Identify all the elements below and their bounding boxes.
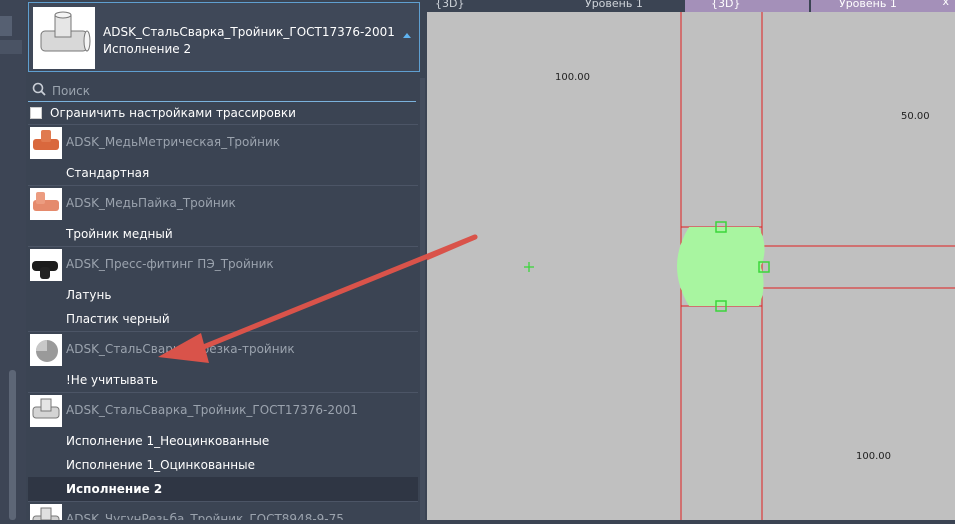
search-bar xyxy=(28,79,416,102)
type-item[interactable]: Стандартная xyxy=(28,161,418,185)
dimension-label: 50.00 xyxy=(901,111,930,122)
family-group: ADSK_СтальСварка_Врезка-тройник !Не учиты… xyxy=(28,331,418,392)
tab-level-1[interactable]: Уровень 1 xyxy=(557,0,683,12)
family-group: ADSK_МедьМетрическая_Тройник Стандартная xyxy=(28,124,418,185)
type-label: Тройник медный xyxy=(66,227,173,241)
tab-label: {3D} xyxy=(711,0,741,10)
search-icon xyxy=(32,82,46,96)
family-group: ADSK_ЧугунРезьба_Тройник_ГОСТ8948-9-75 xyxy=(28,501,418,520)
family-header: ADSK_Пресс-фитинг ПЭ_Тройник xyxy=(28,247,418,283)
dimension-label: 100.00 xyxy=(856,451,891,462)
tab-level-1-active[interactable]: Уровень 1 x xyxy=(811,0,955,12)
left-panel-stub-2 xyxy=(0,40,22,54)
type-label: Пластик черный xyxy=(66,312,170,326)
drawing-svg xyxy=(224,12,955,520)
search-input[interactable] xyxy=(50,81,404,101)
list-scrollbar[interactable] xyxy=(420,78,425,520)
annotation-arrow-shaft xyxy=(224,234,478,347)
steel-branch-icon xyxy=(30,334,62,366)
type-item[interactable]: Пластик черный xyxy=(28,307,418,331)
family-header: ADSK_МедьПайка_Тройник xyxy=(28,186,418,222)
type-label: Латунь xyxy=(66,288,112,302)
type-label: Исполнение 2 xyxy=(66,482,163,496)
tab-3d[interactable]: {3D} xyxy=(435,0,555,12)
steel-tee-icon xyxy=(30,395,62,427)
type-item[interactable]: Тройник медный xyxy=(28,222,418,246)
view-tab-bar: {3D} Уровень 1 {3D} Уровень 1 x xyxy=(427,0,955,12)
left-scrollbar[interactable] xyxy=(9,370,16,520)
copper-solder-tee-icon xyxy=(30,188,62,220)
family-name: ADSK_ЧугунРезьба_Тройник_ГОСТ8948-9-75 xyxy=(66,512,344,520)
dimension-label: 100.00 xyxy=(555,72,590,83)
restrict-label: Ограничить настройками трассировки xyxy=(50,106,296,120)
type-item[interactable]: Исполнение 1_Оцинкованные xyxy=(28,453,418,477)
cast-iron-tee-icon xyxy=(30,504,62,520)
type-label: Исполнение 1_Неоцинкованные xyxy=(66,434,270,448)
tab-label: Уровень 1 xyxy=(839,0,897,10)
left-panel-stub xyxy=(0,16,12,36)
tab-label: {3D} xyxy=(435,0,465,10)
family-header: ADSK_СтальСварка_Тройник_ГОСТ17376-2001 xyxy=(28,393,418,429)
type-item[interactable]: Исполнение 1_Неоцинкованные xyxy=(28,429,418,453)
type-selector-dropdown[interactable]: ADSK_СтальСварка_Тройник_ГОСТ17376-2001 … xyxy=(28,2,420,72)
family-name: ADSK_МедьМетрическая_Тройник xyxy=(66,135,281,149)
type-label: !Не учитывать xyxy=(66,373,158,387)
view-area: {3D} Уровень 1 {3D} Уровень 1x 100.00 50… xyxy=(224,0,955,520)
copper-tee-icon xyxy=(30,127,62,159)
family-group: ADSK_МедьПайка_Тройник Тройник медный xyxy=(28,185,418,246)
family-name: ADSK_СтальСварка_Врезка-тройник xyxy=(66,342,295,356)
steel-tee-preview-icon xyxy=(33,7,95,69)
family-group: ADSK_Пресс-фитинг ПЭ_Тройник Латунь Пласти… xyxy=(28,246,418,331)
tab-3d-active-group[interactable]: {3D} xyxy=(685,0,809,12)
family-name: ADSK_СтальСварка_Тройник_ГОСТ17376-2001 xyxy=(66,403,358,417)
type-item[interactable]: Латунь xyxy=(28,283,418,307)
family-name: ADSK_МедьПайка_Тройник xyxy=(66,196,236,210)
type-selector-panel: ADSK_СтальСварка_Тройник_ГОСТ17376-2001 … xyxy=(26,0,427,520)
press-fitting-tee-icon xyxy=(30,249,62,281)
selected-type-name: Исполнение 2 xyxy=(103,42,192,56)
selected-tee-fitting xyxy=(677,227,765,306)
type-label: Стандартная xyxy=(66,166,150,180)
type-item-selected[interactable]: Исполнение 2 xyxy=(28,477,418,501)
family-header: ADSK_СтальСварка_Врезка-тройник xyxy=(28,332,418,368)
drawing-canvas[interactable]: 100.00 50.00 100.00 xyxy=(224,12,955,520)
family-header: ADSK_ЧугунРезьба_Тройник_ГОСТ8948-9-75 xyxy=(28,502,418,520)
type-item[interactable]: !Не учитывать xyxy=(28,368,418,392)
family-name: ADSK_Пресс-фитинг ПЭ_Тройник xyxy=(66,257,274,271)
dropdown-arrow-icon[interactable] xyxy=(403,33,411,38)
close-icon[interactable]: x xyxy=(942,0,949,7)
type-label: Исполнение 1_Оцинкованные xyxy=(66,458,255,472)
selected-family-name: ADSK_СтальСварка_Тройник_ГОСТ17376-2001 xyxy=(103,25,395,39)
restrict-checkbox[interactable] xyxy=(30,107,42,119)
family-header: ADSK_МедьМетрическая_Тройник xyxy=(28,125,418,161)
family-group: ADSK_СтальСварка_Тройник_ГОСТ17376-2001 И… xyxy=(28,392,418,501)
tab-label: Уровень 1 xyxy=(585,0,643,10)
family-type-list: ADSK_МедьМетрическая_Тройник Стандартная A… xyxy=(28,124,418,520)
left-toolbar-strip xyxy=(0,0,26,520)
